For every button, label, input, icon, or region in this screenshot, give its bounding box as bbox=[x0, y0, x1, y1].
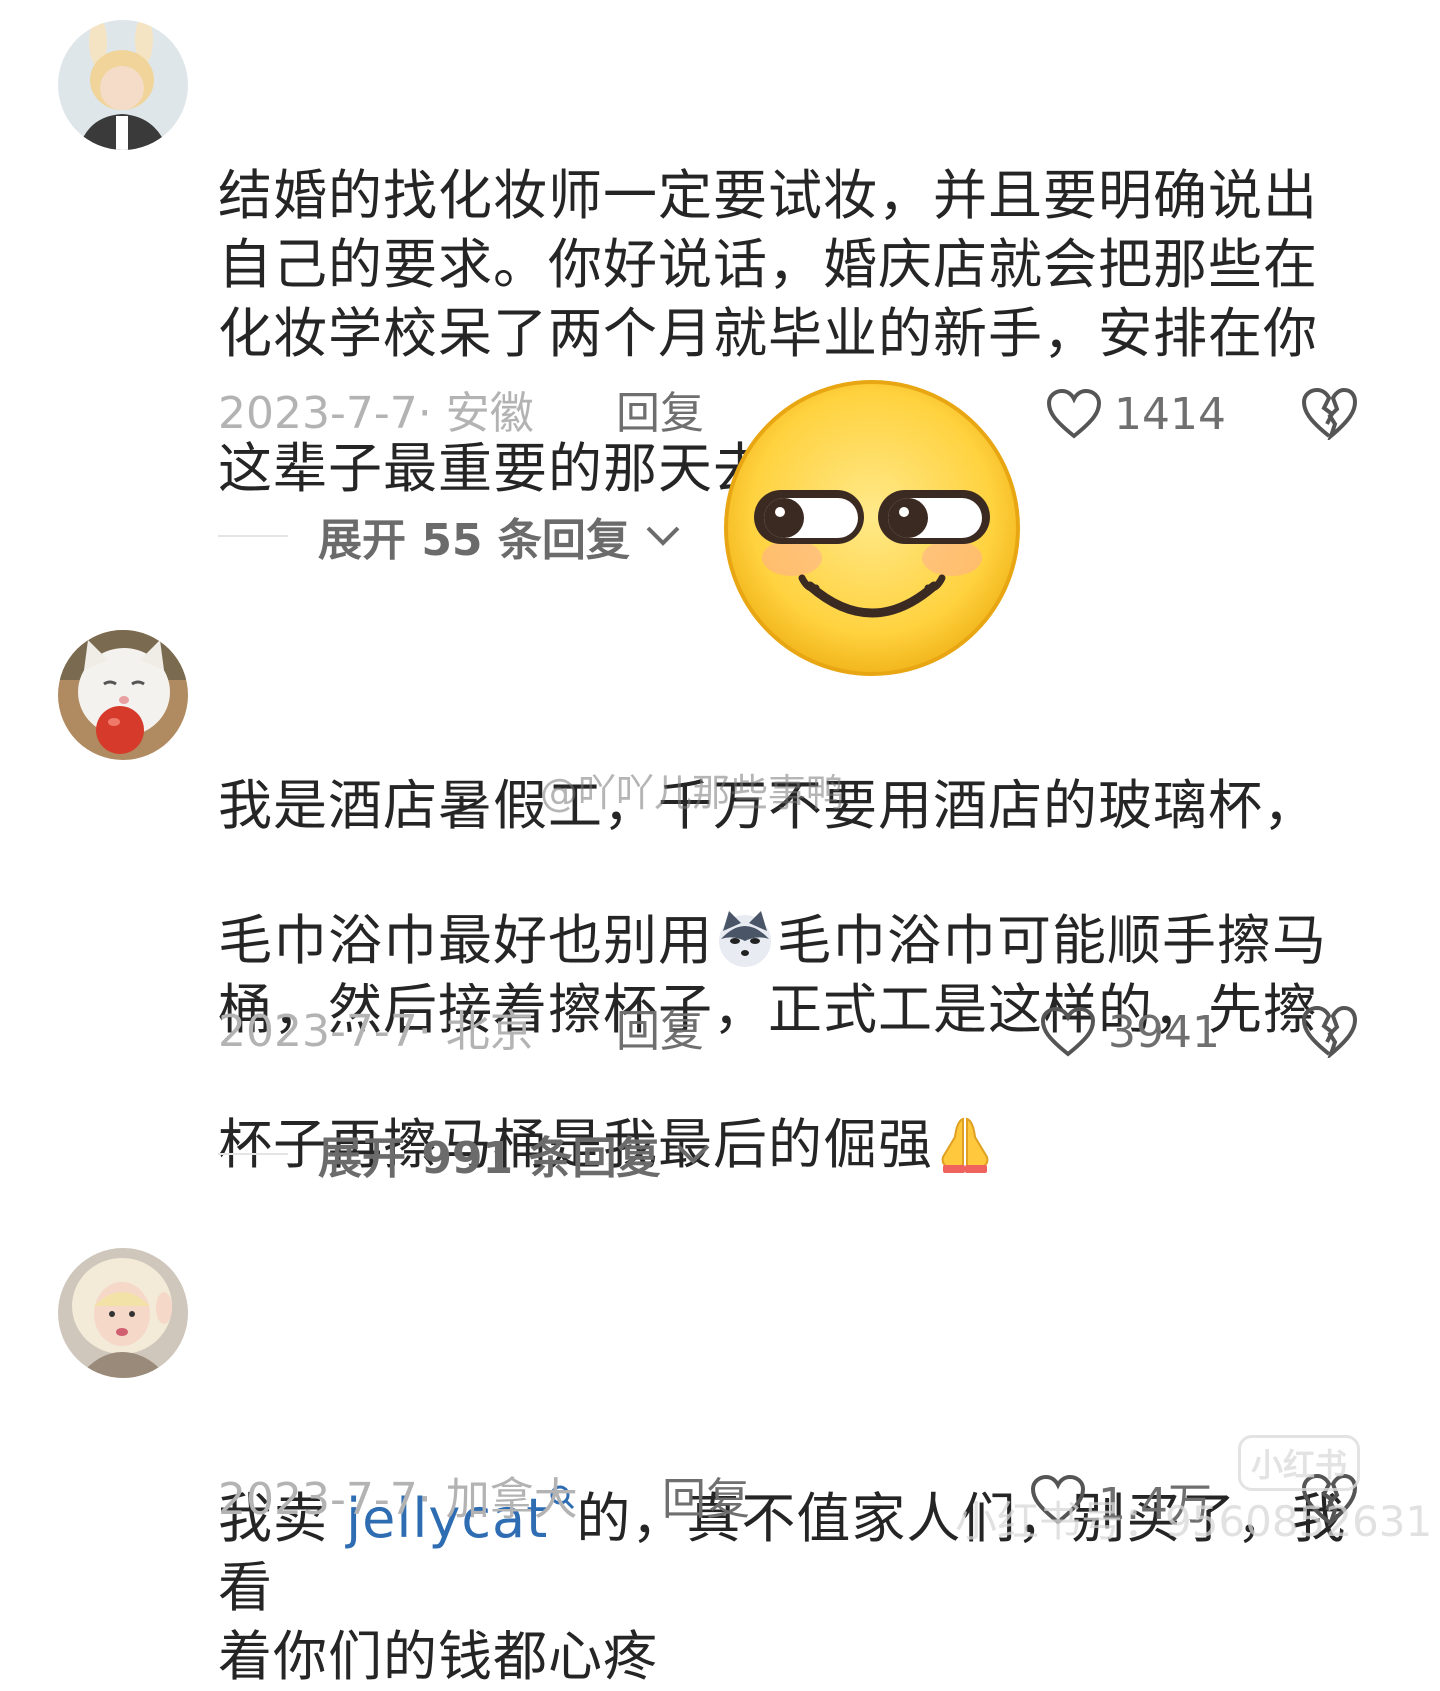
like-button[interactable]: 1414 bbox=[1046, 384, 1226, 444]
chevron-down-icon bbox=[677, 1144, 710, 1164]
praying-hands-emoji-icon bbox=[933, 1044, 997, 1173]
dislike-button[interactable] bbox=[1300, 386, 1358, 444]
expand-replies-button[interactable]: 展开 991 条回复 bbox=[218, 1124, 712, 1184]
comment-date: 2023-7-7· 加拿大 bbox=[218, 1474, 578, 1525]
xiaohongshu-logo-watermark: 小红书 bbox=[1237, 1435, 1360, 1491]
comment-meta: 2023-7-7· 北京 回复 bbox=[218, 1002, 704, 1062]
broken-heart-icon bbox=[1301, 1005, 1358, 1061]
heart-icon bbox=[1046, 388, 1102, 439]
chevron-down-icon bbox=[646, 526, 680, 546]
comment-meta: 2023-7-7· 加拿大 回复 bbox=[218, 1470, 750, 1530]
watermark: @吖吖儿那些事鸭 bbox=[540, 771, 845, 815]
reply-button[interactable]: 回复 bbox=[616, 384, 704, 444]
heart-icon bbox=[1040, 1006, 1096, 1057]
expand-label: 展开 991 条回复 bbox=[318, 1133, 661, 1184]
avatar[interactable] bbox=[58, 630, 188, 760]
smirk-emoji-icon bbox=[722, 378, 1022, 678]
like-count: 1414 bbox=[1114, 388, 1226, 440]
search-icon[interactable] bbox=[548, 1389, 576, 1510]
reply-button[interactable]: 回复 bbox=[616, 1002, 704, 1062]
comment-meta: 2023-7-7· 安徽 回复 bbox=[218, 384, 704, 444]
broken-heart-icon bbox=[1301, 387, 1358, 443]
xiaohongshu-id-watermark: 小红书号：9560852631 bbox=[955, 1497, 1433, 1546]
divider-line bbox=[218, 535, 288, 537]
avatar[interactable] bbox=[58, 20, 188, 150]
expand-replies-button[interactable]: 展开 55 条回复 bbox=[218, 506, 682, 566]
expand-label: 展开 55 条回复 bbox=[318, 515, 630, 566]
dislike-button[interactable] bbox=[1300, 1004, 1358, 1062]
divider-line bbox=[218, 1153, 288, 1155]
comment-date: 2023-7-7· 北京 bbox=[218, 1006, 534, 1057]
reply-button[interactable]: 回复 bbox=[662, 1470, 750, 1530]
comment-date: 2023-7-7· 安徽 bbox=[218, 388, 534, 439]
avatar[interactable] bbox=[58, 1248, 188, 1378]
like-button[interactable]: 3941 bbox=[1040, 1002, 1220, 1062]
husky-emoji-icon bbox=[713, 840, 777, 967]
like-count: 3941 bbox=[1108, 1006, 1220, 1058]
